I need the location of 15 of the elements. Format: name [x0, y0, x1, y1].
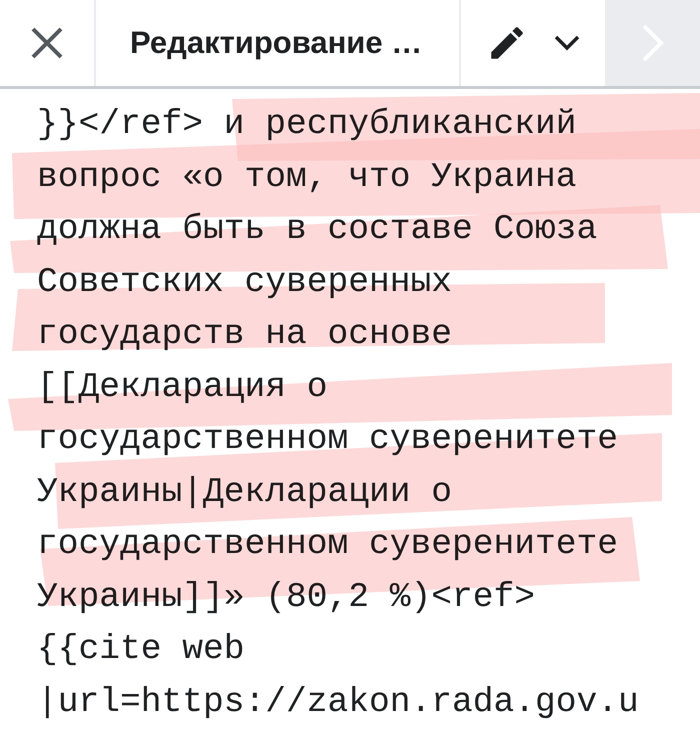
- code-line: [[Декларация о: [37, 366, 328, 408]
- code-line: государственном суверенитете: [37, 524, 618, 566]
- close-icon: [30, 26, 64, 60]
- code-line: Советских суверенных: [37, 262, 452, 304]
- code-line: государственном суверенитете: [37, 419, 618, 461]
- code-line: должна быть в составе Союза: [37, 209, 598, 251]
- code-line: Украины|Декларации о: [37, 472, 452, 514]
- code-line: {{cite web: [37, 629, 245, 671]
- code-line: государств на основе: [37, 314, 452, 356]
- code-line: Украины]]» (80,2 %)<ref>: [37, 576, 536, 618]
- code-line: }}</ref> и республиканский: [37, 104, 577, 146]
- chevron-down-icon: [554, 35, 580, 51]
- code-line: |url=https://zakon.rada.gov.u: [37, 682, 639, 724]
- code-line: вопрос «о том, что Украина: [37, 156, 577, 198]
- page-title: Редактирование …: [129, 24, 424, 62]
